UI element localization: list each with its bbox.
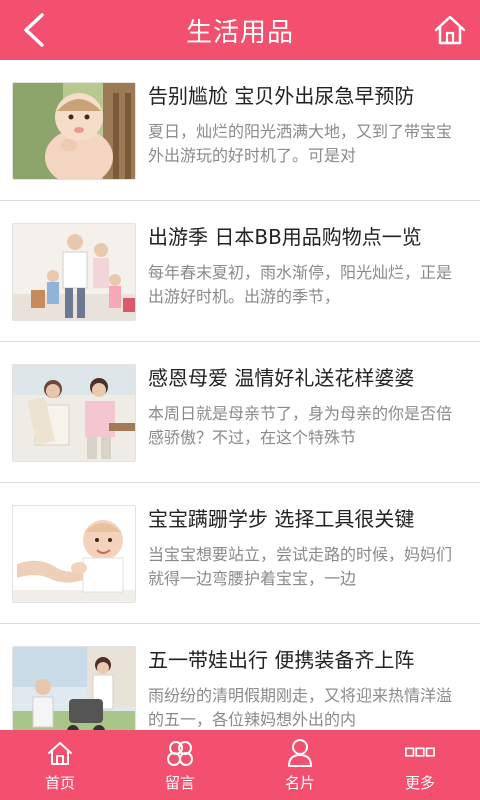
article-item[interactable]: 出游季 日本BB用品购物点一览 每年春末夏初，雨水渐停，阳光灿烂，正是出游好时机… [0,201,480,342]
article-title: 告别尴尬 宝贝外出尿急早预防 [148,84,415,108]
article-title: 感恩母爱 温情好礼送花样婆婆 [148,366,415,390]
article-list: 告别尴尬 宝贝外出尿急早预防 夏日，灿烂的阳光洒满大地，又到了带宝宝外出游玩的好… [0,60,480,730]
more-icon [405,738,435,768]
home-button[interactable] [430,10,470,50]
article-thumbnail [12,646,136,730]
article-item[interactable]: 五一带娃出行 便携装备齐上阵 雨纷纷的清明假期刚走，又将迎来热情洋溢的五一，各位… [0,624,480,730]
home-icon [45,738,75,768]
home-icon [434,15,466,45]
top-bar: 生活用品 [0,0,480,60]
article-summary: 夏日，灿烂的阳光洒满大地，又到了带宝宝外出游玩的好时机了。可是对 [148,122,453,165]
article-thumbnail [12,223,136,321]
tab-label: 更多 [404,773,435,792]
tab-label: 首页 [44,773,75,792]
back-chevron-icon [24,13,44,47]
tab-more[interactable]: 更多 [360,730,480,800]
article-item[interactable]: 宝宝蹒跚学步 选择工具很关键 当宝宝想要站立，尝试走路的时候，妈妈们就得一边弯腰… [0,483,480,624]
article-title: 宝宝蹒跚学步 选择工具很关键 [148,507,415,531]
back-button[interactable] [14,10,54,50]
article-thumbnail [12,364,136,462]
article-title: 出游季 日本BB用品购物点一览 [148,225,422,249]
person-icon [285,738,315,768]
tab-card[interactable]: 名片 [240,730,360,800]
article-item[interactable]: 告别尴尬 宝贝外出尿急早预防 夏日，灿烂的阳光洒满大地，又到了带宝宝外出游玩的好… [0,60,480,201]
article-thumbnail [12,505,136,603]
article-summary: 每年春末夏初，雨水渐停，阳光灿烂，正是出游好时机。出游的季节， [148,263,453,306]
article-summary: 雨纷纷的清明假期刚走，又将迎来热情洋溢的五一，各位辣妈想外出的内 [148,686,453,729]
tab-label: 名片 [284,773,315,792]
article-summary: 本周日就是母亲节了，身为母亲的你是否倍感骄傲？不过，在这个特殊节 [148,404,453,447]
tab-label: 留言 [164,773,195,792]
tab-home[interactable]: 首页 [0,730,120,800]
article-thumbnail [12,82,136,180]
article-title: 五一带娃出行 便携装备齐上阵 [148,648,415,672]
article-summary: 当宝宝想要站立，尝试走路的时候，妈妈们就得一边弯腰护着宝宝，一边 [148,545,453,588]
article-item[interactable]: 感恩母爱 温情好礼送花样婆婆 本周日就是母亲节了，身为母亲的你是否倍感骄傲？不过… [0,342,480,483]
message-icon [165,738,195,768]
bottom-tab-bar: 首页 留言 名片 更多 [0,730,480,800]
tab-message[interactable]: 留言 [120,730,240,800]
page-title: 生活用品 [185,17,294,48]
